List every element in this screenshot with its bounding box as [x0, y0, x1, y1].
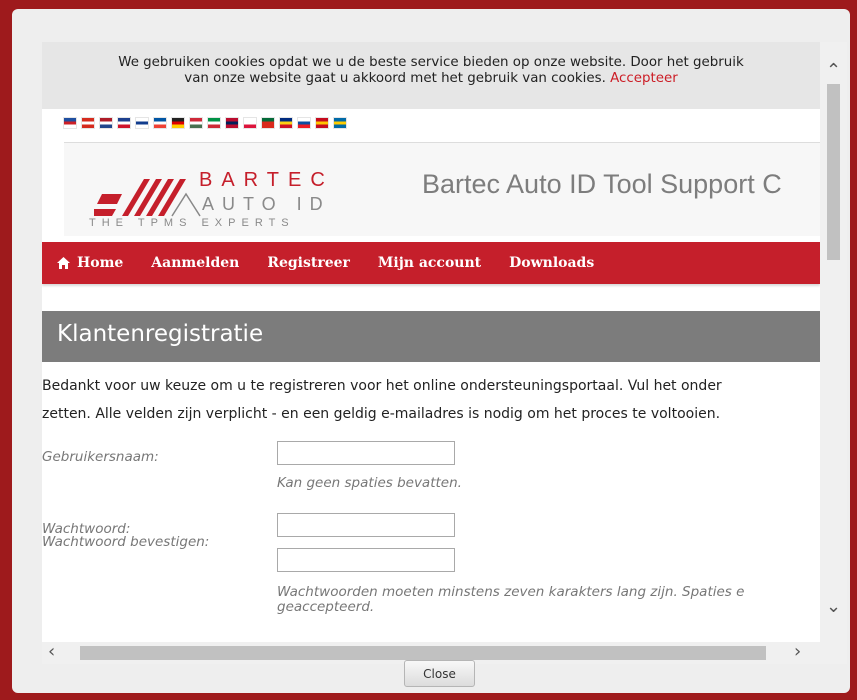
close-button[interactable]: Close [404, 660, 475, 687]
flag-norway-icon[interactable] [226, 118, 238, 128]
intro-line-1: Bedankt voor uw keuze om u te registrere… [42, 378, 722, 394]
nav-home[interactable]: Home [57, 255, 123, 271]
home-icon [57, 257, 70, 269]
nav-login[interactable]: Aanmelden [151, 255, 239, 271]
flag-uk-icon[interactable] [118, 118, 130, 128]
password-confirm-label: Wachtwoord bevestigen: [42, 534, 210, 550]
logo-wordmark-line2: AUTO ID [202, 194, 331, 214]
language-flags-bar [64, 113, 346, 133]
modal-backdrop-frame: We gebruiken cookies opdat we u de beste… [0, 0, 857, 700]
intro-text: Bedankt voor uw keuze om u te registrere… [42, 372, 820, 428]
username-label: Gebruikersnaam: [42, 449, 159, 465]
logo-wordmark-line1: BARTEC [199, 169, 334, 191]
dialog-window: We gebruiken cookies opdat we u de beste… [12, 9, 850, 693]
nav-register[interactable]: Registreer [267, 255, 350, 271]
flag-hungary-icon[interactable] [190, 118, 202, 128]
cookie-banner: We gebruiken cookies opdat we u de beste… [42, 42, 820, 109]
flag-romania-icon[interactable] [280, 118, 292, 128]
nav-my-account[interactable]: Mijn account [378, 255, 481, 271]
flag-denmark-icon[interactable] [82, 118, 94, 128]
web-page: We gebruiken cookies opdat we u de beste… [42, 42, 820, 642]
password-hint-line2: geaccepteerd. [277, 599, 375, 615]
page-title-bar: Klantenregistratie [42, 311, 820, 362]
horizontal-scroll-thumb[interactable] [80, 646, 766, 660]
flag-netherlands-icon[interactable] [100, 118, 112, 128]
intro-line-2: zetten. Alle velden zijn verplicht - en … [42, 406, 721, 422]
flag-finland-icon[interactable] [136, 118, 148, 128]
cookie-text: van onze website gaat u akkoord met het … [184, 71, 606, 86]
flag-poland-icon[interactable] [244, 118, 256, 128]
flag-italy-icon[interactable] [208, 118, 220, 128]
flag-czech-icon[interactable] [64, 118, 76, 128]
scrollbar-corner [820, 642, 847, 664]
flag-france-icon[interactable] [154, 118, 166, 128]
main-nav: Home Aanmelden Registreer Mijn account D… [42, 242, 820, 284]
page-title: Klantenregistratie [57, 321, 264, 347]
password-hint: Wachtwoorden moeten minstens zeven karak… [277, 585, 744, 615]
username-hint: Kan geen spaties bevatten. [277, 475, 462, 491]
password-input[interactable] [277, 513, 455, 537]
site-header: BARTEC AUTO ID THE TPMS EXPERTS Bartec A… [64, 142, 820, 236]
scroll-down-arrow-icon[interactable]: ⌄ [826, 598, 841, 616]
password-hint-line1: Wachtwoorden moeten minstens zeven karak… [277, 584, 745, 600]
flag-slovakia-icon[interactable] [298, 118, 310, 128]
password-confirm-input[interactable] [277, 548, 455, 572]
flag-sweden-icon[interactable] [334, 118, 346, 128]
nav-home-label: Home [77, 255, 124, 271]
vertical-scrollbar[interactable]: ⌃ ⌄ [820, 42, 847, 642]
accept-cookies-link[interactable]: Accepteer [610, 71, 678, 86]
scroll-left-arrow-icon[interactable]: ‹ [48, 643, 55, 661]
vertical-scroll-thumb[interactable] [827, 84, 840, 260]
flag-portugal-icon[interactable] [262, 118, 274, 128]
cookie-text-line2: van onze website gaat u akkoord met het … [42, 71, 820, 87]
flag-spain-icon[interactable] [316, 118, 328, 128]
nav-downloads[interactable]: Downloads [509, 255, 594, 271]
dialog-content-viewport: We gebruiken cookies opdat we u de beste… [42, 42, 847, 664]
site-title: Bartec Auto ID Tool Support C [422, 169, 782, 199]
cookie-text-line1: We gebruiken cookies opdat we u de beste… [118, 55, 744, 70]
flag-germany-icon[interactable] [172, 118, 184, 128]
scroll-right-arrow-icon[interactable]: › [794, 643, 801, 661]
username-input[interactable] [277, 441, 455, 465]
logo-tagline: THE TPMS EXPERTS [89, 217, 295, 229]
scroll-up-arrow-icon[interactable]: ⌃ [826, 62, 841, 80]
